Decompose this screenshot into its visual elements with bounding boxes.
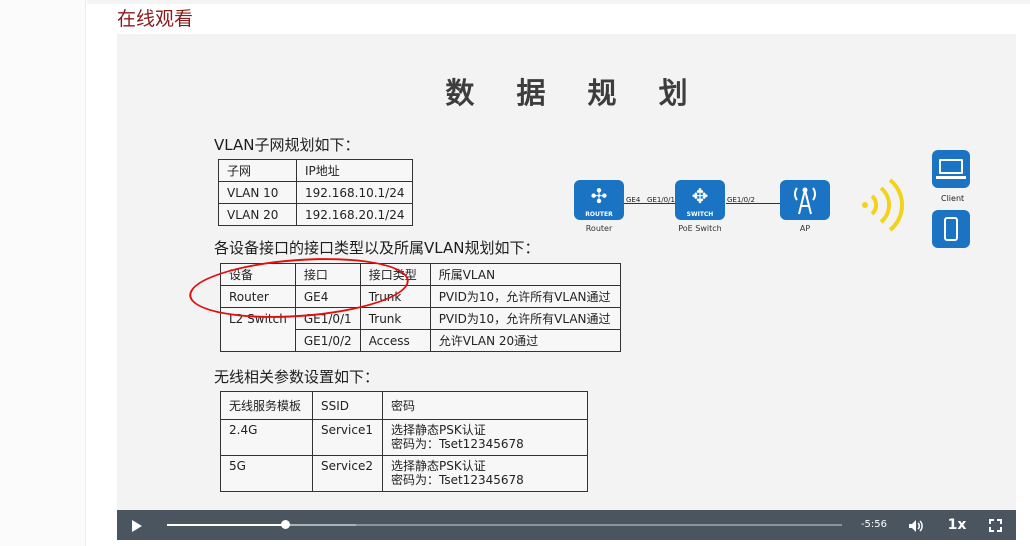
switch-label: PoE Switch [678, 224, 722, 233]
table-cell: 选择静态PSK认证 密码为：Tset12345678 [382, 419, 588, 456]
client-label: Client [941, 194, 965, 203]
table-header-row: 无线服务模板 SSID 密码 [220, 391, 588, 420]
progress-bar[interactable] [167, 520, 842, 529]
table-cell: Access [359, 329, 431, 352]
table-row: VLAN 20 192.168.20.1/24 [218, 203, 414, 226]
volume-icon [909, 519, 923, 532]
progress-fill [167, 524, 286, 526]
fullscreen-button[interactable] [983, 510, 1007, 540]
table-header-cell: 无线服务模板 [220, 391, 313, 420]
table-header-cell: 所属VLAN [429, 263, 621, 286]
table-header-cell: SSID [312, 391, 383, 420]
table-row: 5G Service2 选择静态PSK认证 密码为：Tset12345678 [220, 455, 588, 492]
ap-label: AP [799, 224, 811, 233]
password-text: 密码为：Tset12345678 [391, 473, 524, 487]
router-label: Router [585, 224, 613, 233]
router-icon: ✣ ROUTER [574, 180, 624, 220]
auth-mode-text: 选择静态PSK认证 [391, 459, 486, 473]
table-row: 2.4G Service1 选择静态PSK认证 密码为：Tset12345678 [220, 419, 588, 456]
video-player[interactable]: 数 据 规 划 VLAN子网规划如下： 子网 IP地址 VLAN 10 192.… [117, 34, 1016, 540]
wifi-signal-icon [862, 178, 904, 232]
laptop-icon [932, 150, 970, 188]
table-cell: VLAN 10 [218, 181, 297, 204]
switch-device: ✥ SWITCH PoE Switch [675, 180, 725, 233]
play-button[interactable] [125, 510, 149, 540]
table-header-cell: 子网 [218, 159, 297, 182]
table-row: VLAN 10 192.168.10.1/24 [218, 181, 414, 204]
section-title: 在线观看 [117, 8, 194, 30]
port-label: GE4 [626, 196, 641, 204]
phone-icon [932, 210, 970, 248]
table-header-cell: 密码 [382, 391, 588, 420]
table-cell: 允许VLAN 20通过 [429, 329, 621, 352]
table-cell: GE1/0/2 [294, 329, 361, 352]
progress-knob[interactable] [281, 520, 291, 529]
wireless-heading: 无线相关参数设置如下： [214, 368, 380, 386]
port-label: GE1/0/2 [727, 196, 755, 204]
table-header-cell: IP地址 [295, 159, 414, 182]
router-device: ✣ ROUTER Router [574, 180, 624, 233]
speed-button[interactable]: 1x [943, 510, 971, 540]
wireless-table: 无线服务模板 SSID 密码 2.4G Service1 选择静态PSK认证 密… [220, 391, 588, 492]
vlan-table: 子网 IP地址 VLAN 10 192.168.10.1/24 VLAN 20 … [218, 159, 414, 226]
ap-device: AP [780, 180, 830, 233]
table-cell: 192.168.20.1/24 [295, 203, 414, 226]
table-cell: 192.168.10.1/24 [295, 181, 414, 204]
table-cell: PVID为10，允许所有VLAN通过 [429, 307, 621, 330]
table-cell: Service2 [312, 455, 383, 492]
volume-button[interactable] [903, 510, 929, 540]
table-cell: Trunk [359, 307, 431, 330]
password-text: 密码为：Tset12345678 [391, 437, 524, 451]
table-cell: 2.4G [220, 419, 313, 456]
top-strip [87, 0, 1030, 4]
table-cell: 选择静态PSK认证 密码为：Tset12345678 [382, 455, 588, 492]
player-controls: -5:56 1x [117, 510, 1016, 540]
play-icon [132, 519, 142, 532]
ap-icon [780, 180, 830, 220]
time-remaining: -5:56 [860, 519, 888, 530]
video-frame[interactable]: 数 据 规 划 VLAN子网规划如下： 子网 IP地址 VLAN 10 192.… [117, 34, 1016, 510]
port-label: GE1/0/1 [647, 196, 675, 204]
port-heading: 各设备接口的接口类型以及所属VLAN规划如下： [214, 239, 540, 257]
table-cell: VLAN 20 [218, 203, 297, 226]
table-cell: Service1 [312, 419, 383, 456]
slide-title: 数 据 规 划 [445, 76, 704, 110]
auth-mode-text: 选择静态PSK认证 [391, 423, 486, 437]
page: 在线观看 数 据 规 划 VLAN子网规划如下： 子网 IP地址 VLAN 10… [0, 0, 1030, 546]
table-cell: 5G [220, 455, 313, 492]
left-rail [0, 0, 86, 546]
fullscreen-icon [988, 519, 1002, 532]
table-header-row: 子网 IP地址 [218, 159, 414, 182]
switch-icon: ✥ SWITCH [675, 180, 725, 220]
vlan-heading: VLAN子网规划如下： [214, 136, 360, 154]
table-cell: PVID为10，允许所有VLAN通过 [429, 285, 621, 308]
